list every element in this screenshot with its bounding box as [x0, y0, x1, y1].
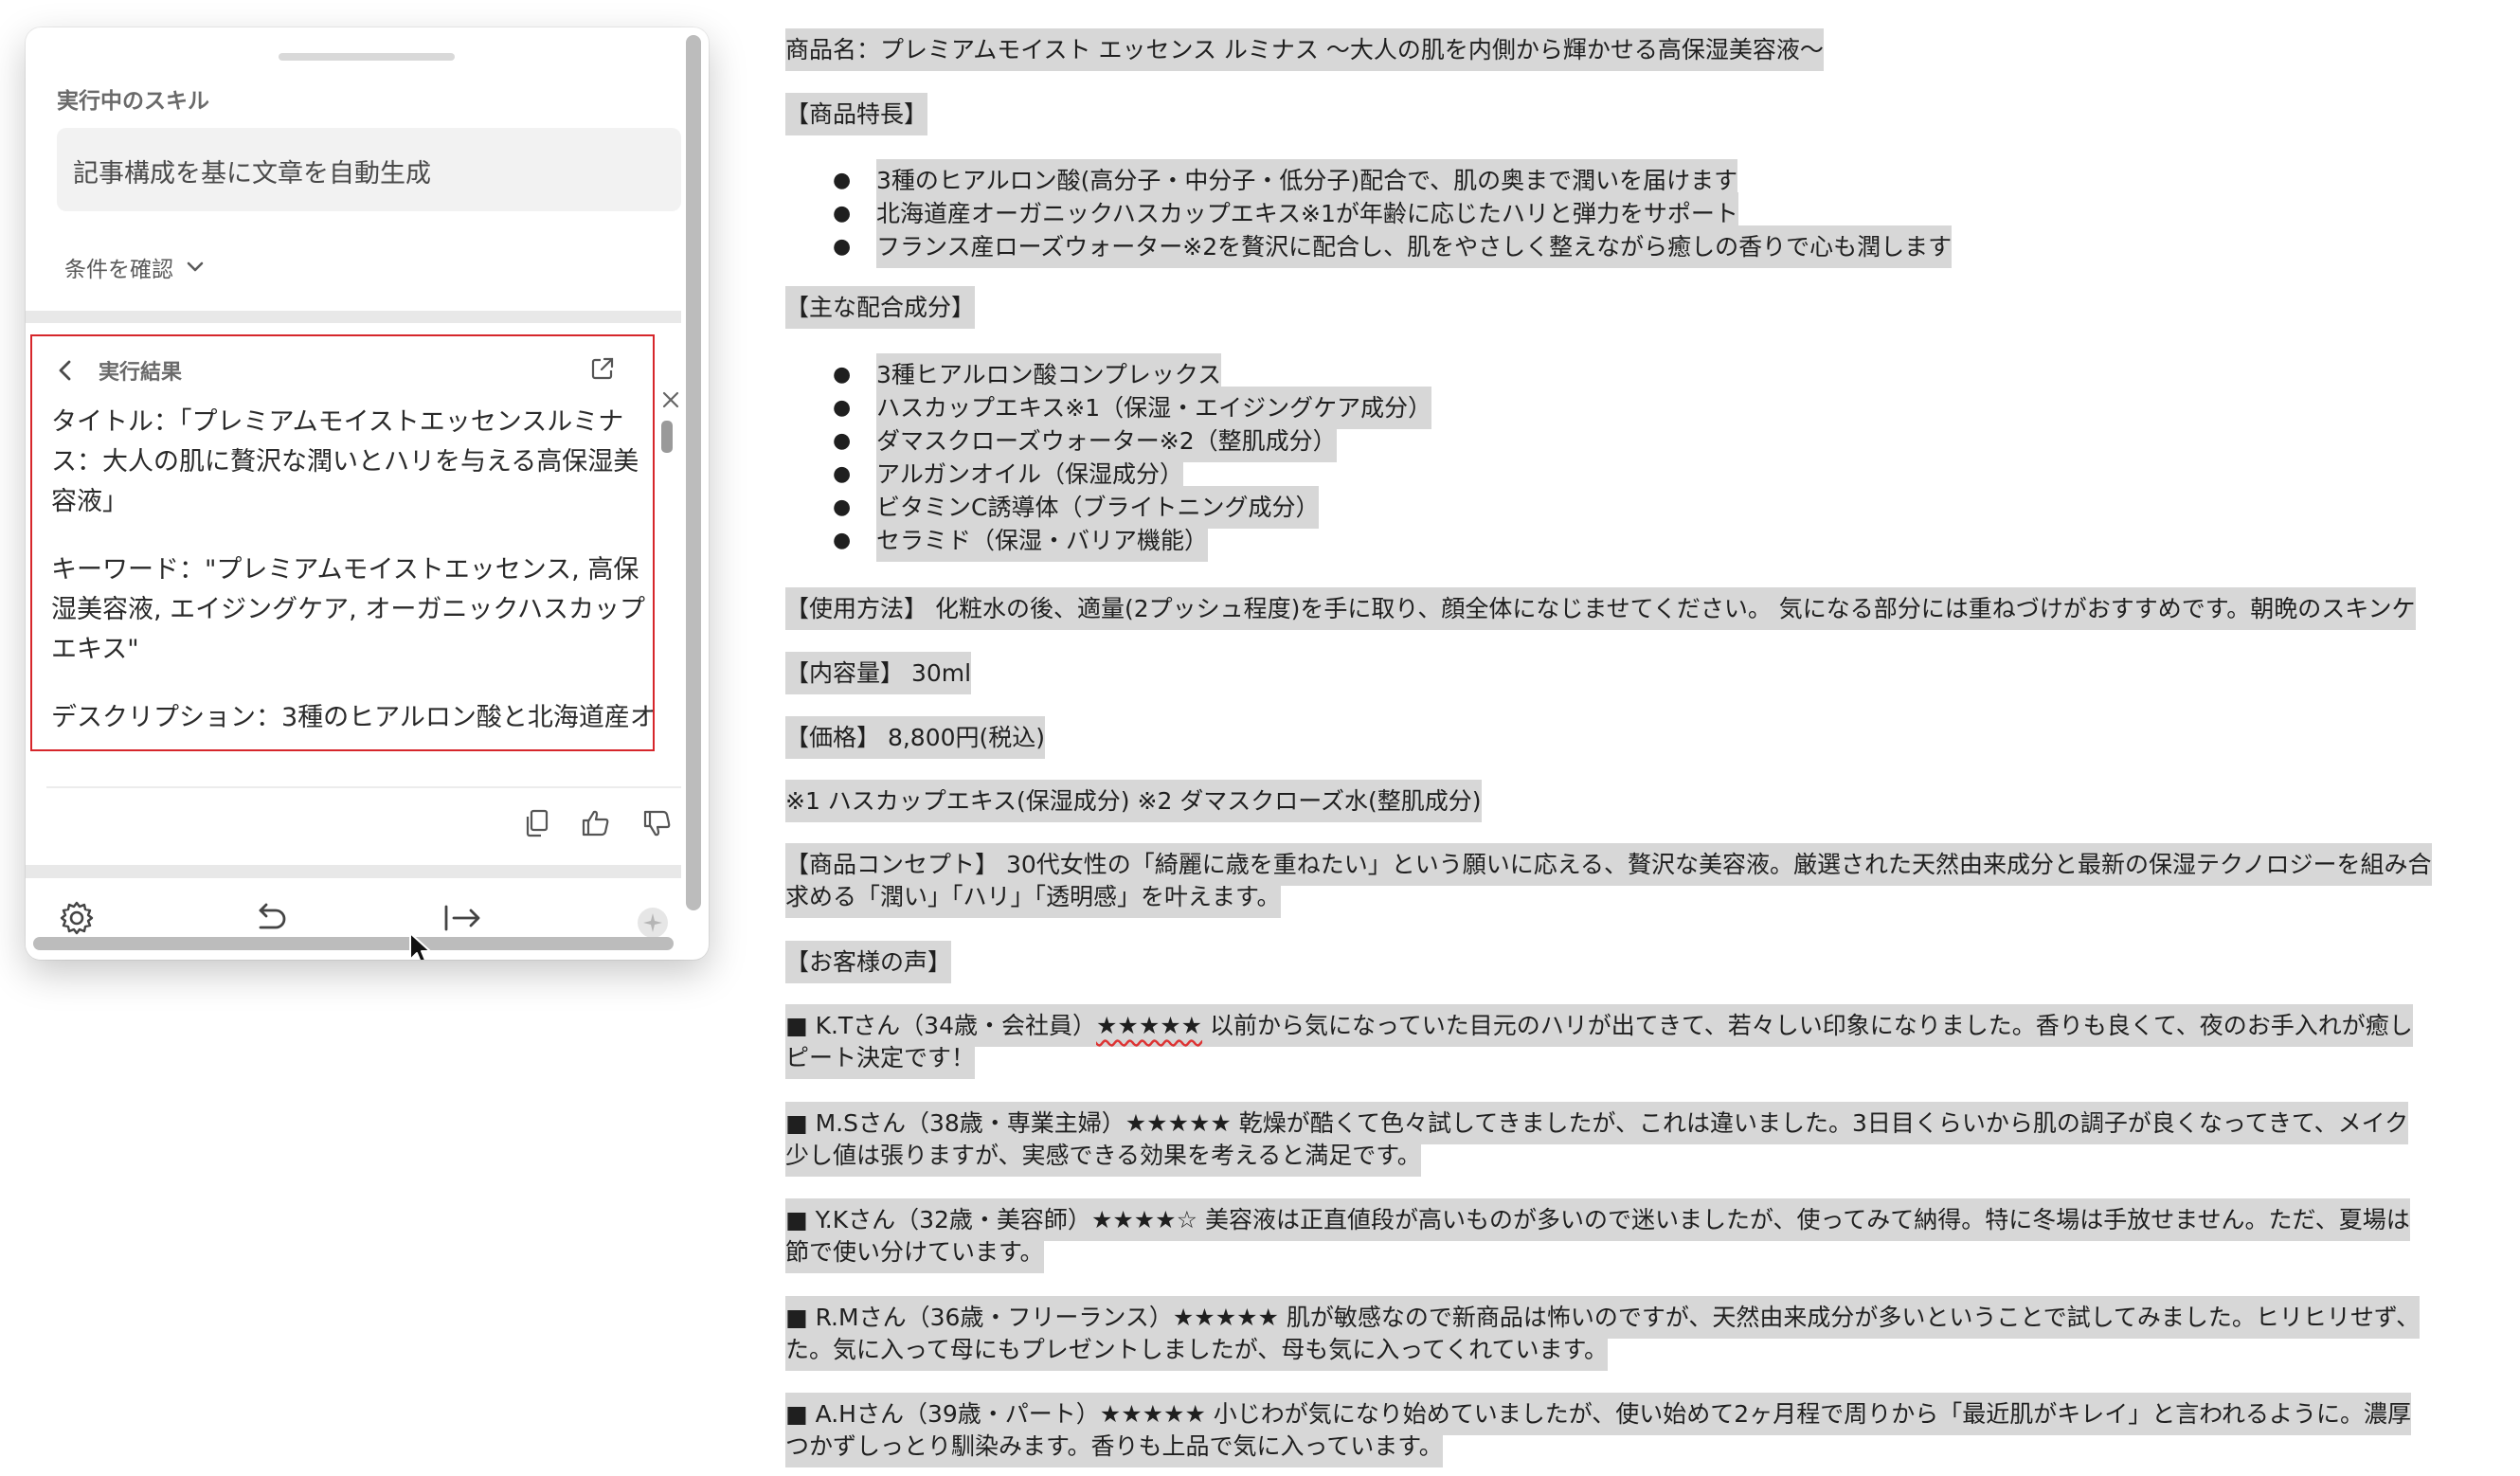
chevron-left-icon[interactable] — [55, 359, 76, 382]
review-item: ■ M.Sさん（38歳・専業主婦）★★★★★ 乾燥が酷くて色々試してきましたが、… — [785, 1102, 2409, 1177]
price-line: 【価格】 8,800円(税込) — [785, 716, 1046, 759]
ingredients-heading: 【主な配合成分】 — [785, 286, 976, 329]
features-list: ● 3種のヒアルロン酸(高分子・中分子・低分子)配合で、肌の奥まで潤いを届けます … — [785, 159, 1953, 268]
review-item: ■ R.Mさん（36歳・フリーランス）★★★★★ 肌が敏感なので新商品は怖いので… — [785, 1296, 2421, 1371]
result-header: 実行結果 — [55, 355, 182, 386]
running-skill-card: 実行中のスキル 記事構成を基に文章を自動生成 条件を確認 — [26, 27, 681, 311]
review-stars: ★★★★★ — [1096, 1012, 1203, 1039]
result-scrollbar-thumb[interactable] — [661, 421, 673, 453]
voices-heading: 【お客様の声】 — [785, 941, 952, 983]
undo-icon[interactable] — [251, 901, 289, 935]
result-description: デスクリプション：3種のヒアルロン酸と北海道産オーガニックハスカップエキス — [51, 703, 655, 732]
thumbs-up-icon[interactable] — [580, 804, 612, 842]
settings-gear-icon[interactable] — [58, 899, 96, 937]
conditions-label: 条件を確認 — [64, 258, 173, 282]
list-item: ● フランス産ローズウォーター※2を贅沢に配合し、肌をやさしく整えながら癒しの香り… — [785, 225, 1953, 268]
review-stars: ★★★★★ — [1099, 1400, 1206, 1428]
horizontal-scrollbar[interactable] — [33, 937, 674, 950]
result-divider — [46, 786, 681, 788]
review-item: ■ K.Tさん（34歳・会社員）★★★★★ 以前から気になっていた目元のハリが出… — [785, 1004, 2413, 1079]
mouse-cursor-icon — [409, 932, 431, 960]
review-item: ■ Y.Kさん（32歳・美容師）★★★★☆ 美容液は正直値段が高いものが多いので… — [785, 1198, 2410, 1273]
skill-name: 記事構成を基に文章を自動生成 — [73, 159, 431, 189]
skill-name-box: 記事構成を基に文章を自動生成 — [57, 128, 681, 211]
copy-icon[interactable] — [523, 804, 551, 842]
thumbs-down-icon[interactable] — [641, 804, 674, 842]
usage-line: 【使用方法】 化粧水の後、適量(2プッシュ程度)を手に取り、顔全体になじませてく… — [785, 587, 2416, 630]
document-area[interactable]: 商品名：プレミアムモイスト エッセンス ルミナス 〜大人の肌を内側から輝かせる高… — [785, 13, 2520, 1476]
conditions-toggle[interactable]: 条件を確認 — [64, 251, 206, 283]
result-title: タイトル：「プレミアムモイストエッセンスルミナス：大人の肌に贅沢な潤いとハリを与… — [51, 407, 639, 516]
review-stars: ★★★★☆ — [1090, 1206, 1197, 1233]
product-name-line: 商品名：プレミアムモイスト エッセンス ルミナス 〜大人の肌を内側から輝かせる高… — [785, 28, 1824, 71]
result-keywords: キーワード："プレミアムモイストエッセンス, 高保湿美容液, エイジングケア, … — [51, 555, 645, 664]
skill-label: 実行中のスキル — [57, 89, 209, 114]
panel-background: 実行中のスキル 記事構成を基に文章を自動生成 条件を確認 実行結果 タイトル：「… — [26, 27, 681, 960]
open-external-icon[interactable] — [589, 355, 616, 382]
sparkle-icon[interactable] — [637, 907, 669, 939]
concept-paragraph: 【商品コンセプト】 30代女性の「綺麗に歳を重ねたい」という願いに応える、贅沢な… — [785, 843, 2432, 918]
vertical-scrollbar[interactable] — [686, 35, 701, 910]
drag-handle[interactable] — [279, 53, 455, 61]
result-highlight-frame: 実行結果 タイトル：「プレミアムモイストエッセンスルミナス：大人の肌に贅沢な潤い… — [30, 334, 655, 751]
result-text: タイトル：「プレミアムモイストエッセンスルミナス：大人の肌に贅沢な潤いとハリを与… — [51, 403, 655, 749]
insert-arrow-icon[interactable] — [442, 901, 484, 935]
skill-panel: 実行中のスキル 記事構成を基に文章を自動生成 条件を確認 実行結果 タイトル：「… — [26, 27, 709, 960]
close-icon[interactable] — [660, 389, 681, 410]
review-item: ■ A.Hさん（39歳・パート）★★★★★ 小じわが気になり始めていましたが、使… — [785, 1393, 2411, 1467]
volume-line: 【内容量】 30ml — [785, 652, 972, 694]
result-card: 実行結果 タイトル：「プレミアムモイストエッセンスルミナス：大人の肌に贅沢な潤い… — [26, 323, 681, 865]
features-heading: 【商品特長】 — [785, 93, 928, 135]
notes-line: ※1 ハスカップエキス(保湿成分) ※2 ダマスクローズ水(整肌成分) — [785, 780, 1482, 822]
review-stars: ★★★★★ — [1172, 1304, 1279, 1331]
ingredients-list: ● 3種ヒアルロン酸コンプレックス ● ハスカップエキス※1（保湿・エイジングケア成… — [785, 353, 1432, 562]
result-label: 実行結果 — [99, 361, 183, 385]
list-item: ● セラミド（保湿・バリア機能） — [785, 519, 1431, 562]
chevron-down-icon — [187, 261, 204, 272]
review-stars: ★★★★★ — [1125, 1109, 1232, 1137]
